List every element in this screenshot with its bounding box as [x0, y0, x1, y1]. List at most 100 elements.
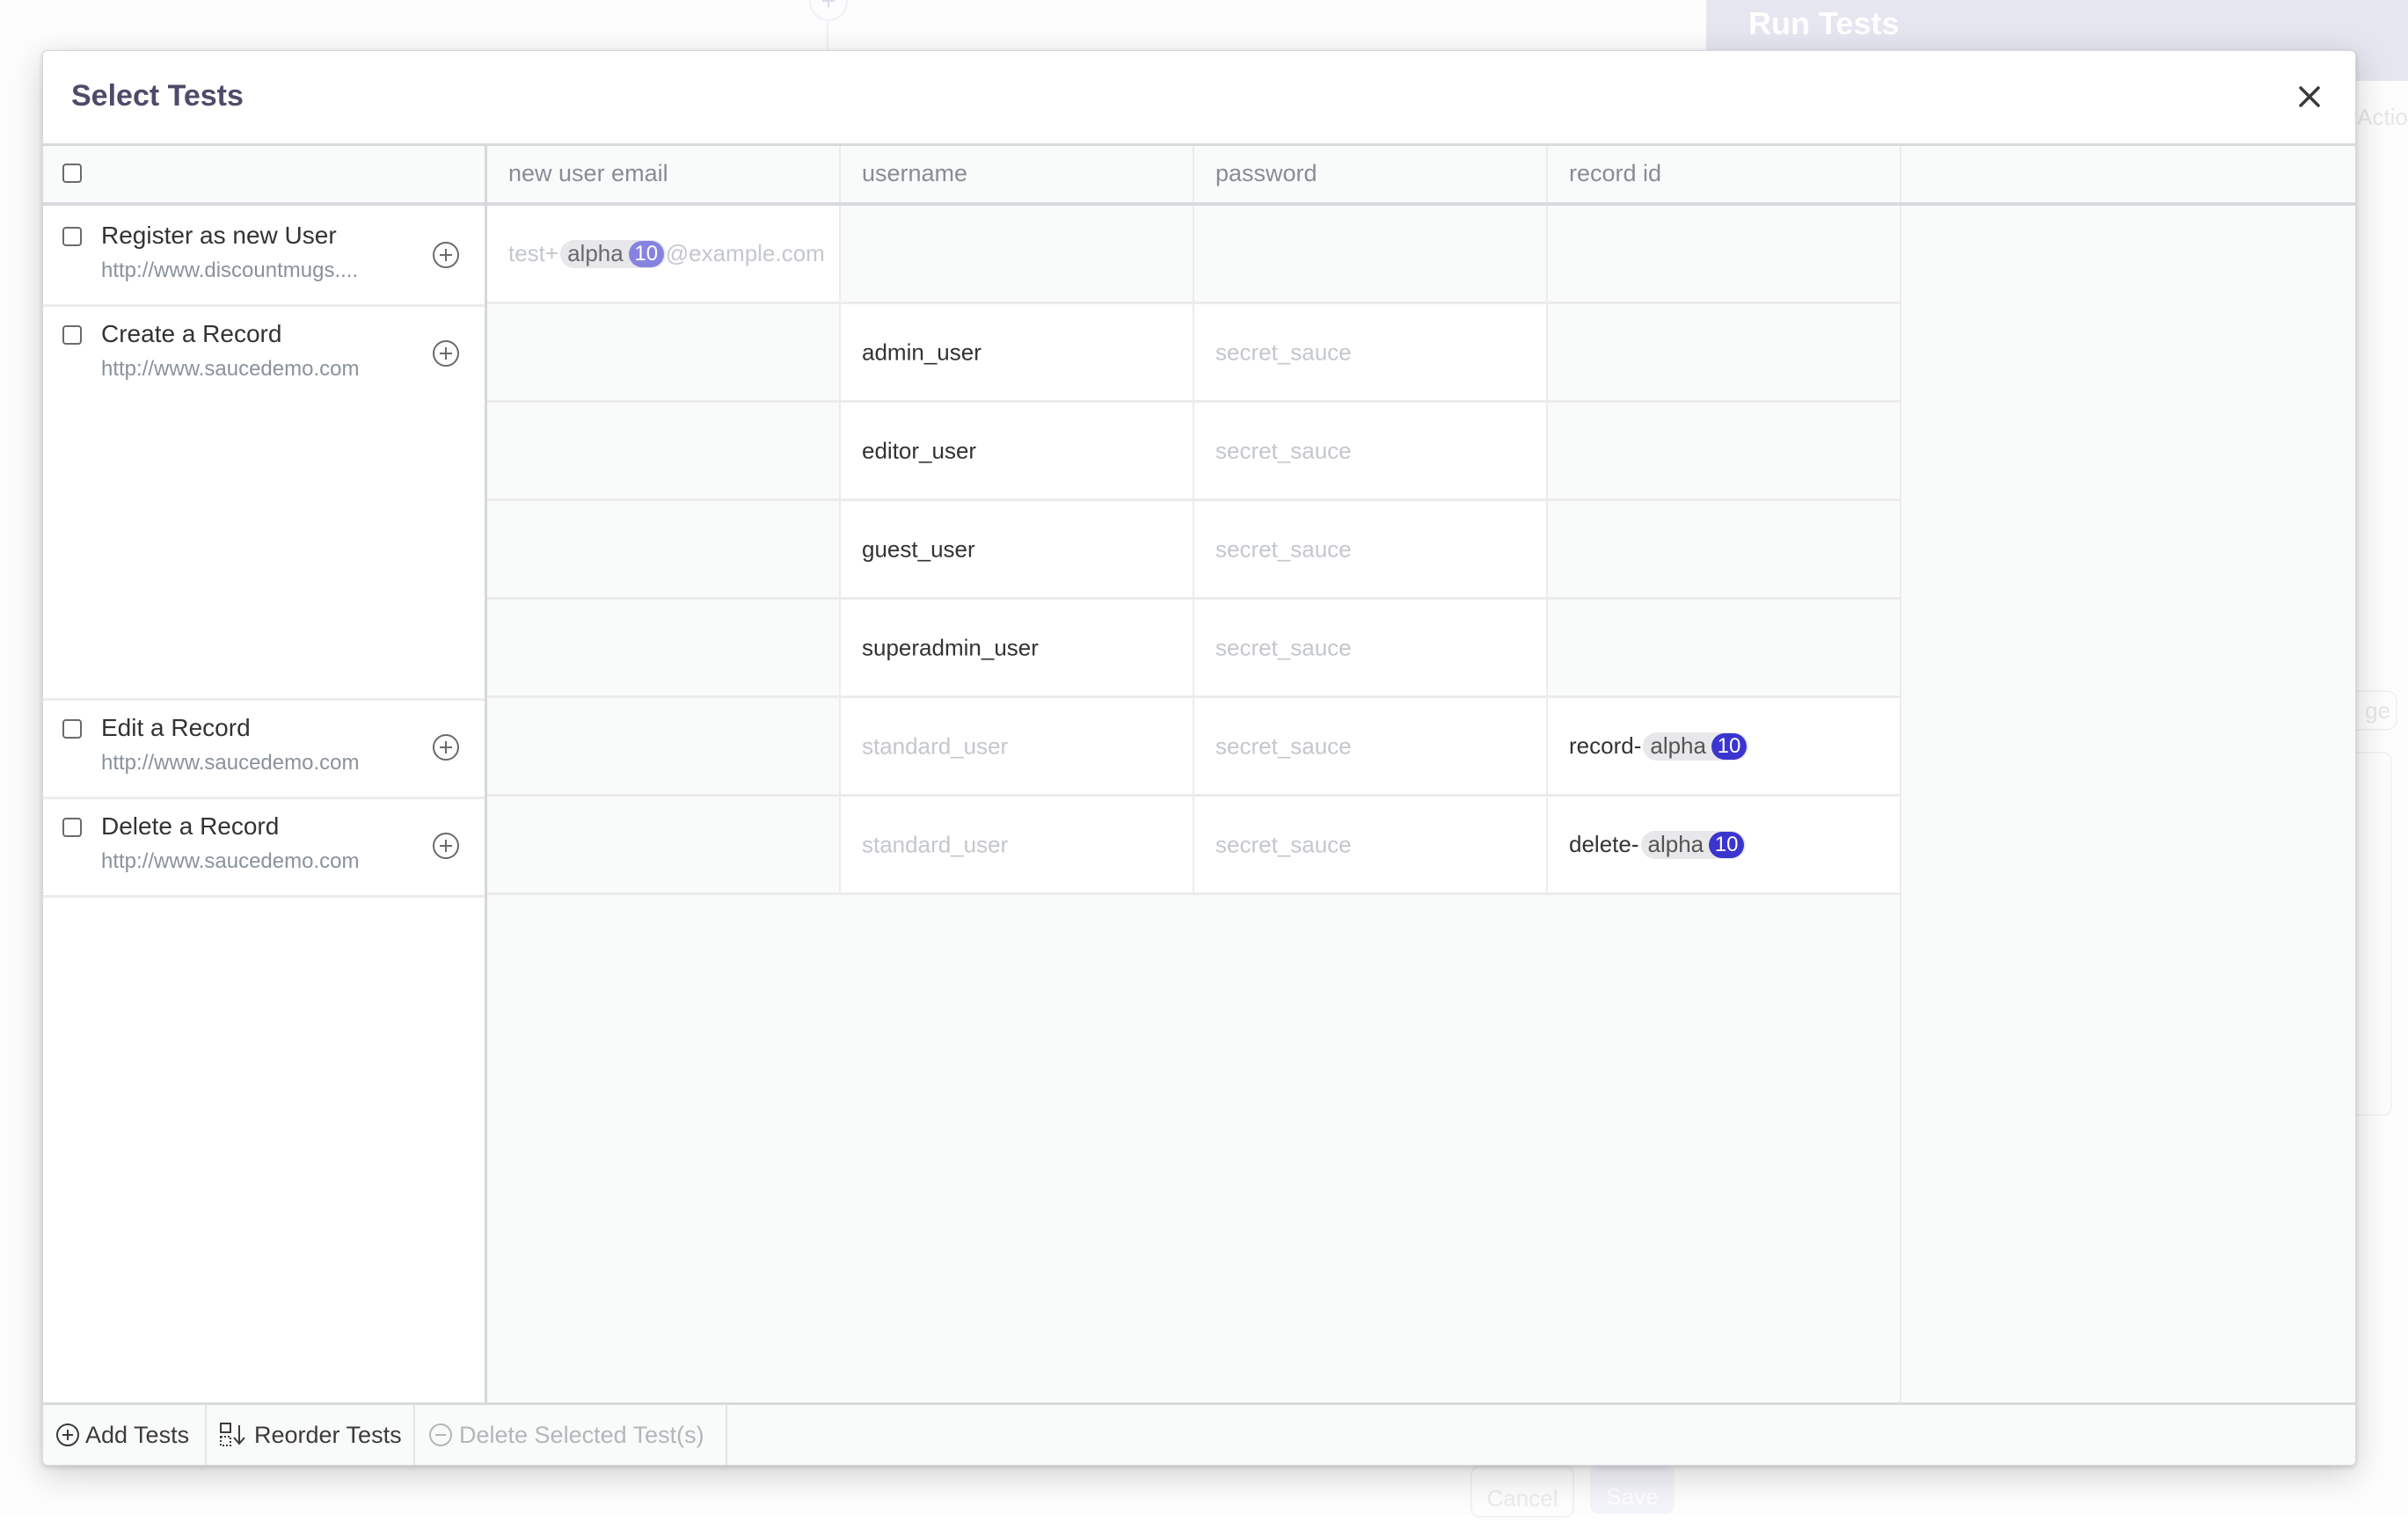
test-checkbox[interactable]: [62, 818, 82, 837]
grid-cell-record-id[interactable]: [1548, 403, 1901, 501]
cell-value: standard_user: [862, 732, 1009, 759]
modal-header: Select Tests: [43, 51, 2355, 146]
grid-cell-username[interactable]: superadmin_user: [841, 600, 1194, 698]
cell-value: guest_user: [862, 535, 975, 562]
test-checkbox[interactable]: [62, 719, 82, 739]
select-all-checkbox[interactable]: [62, 164, 82, 183]
column-header: username: [841, 146, 1194, 202]
templated-value: record-alpha 10: [1569, 732, 1748, 761]
add-data-row-button[interactable]: [432, 339, 460, 368]
test-list-item[interactable]: Register as new User http://www.discountm…: [43, 206, 485, 307]
grid-cell-record-id[interactable]: [1548, 304, 1901, 403]
grid-cell-new-user-email[interactable]: [487, 698, 841, 797]
grid-cell-username[interactable]: admin_user: [841, 304, 1194, 403]
grid-cell-username[interactable]: editor_user: [841, 403, 1194, 501]
plus-circle-icon: [56, 1423, 79, 1446]
modal-footer-toolbar: Add Tests Reorder Tests Delete Selected …: [43, 1402, 2355, 1465]
variable-name: alpha: [1647, 831, 1704, 857]
add-data-row-button[interactable]: [432, 832, 460, 860]
reorder-tests-button[interactable]: Reorder Tests: [207, 1405, 415, 1465]
grid-cell-new-user-email[interactable]: [487, 797, 841, 895]
modal-title: Select Tests: [71, 79, 244, 113]
plus-circle-icon: [433, 242, 459, 268]
test-list-panel: Register as new User http://www.discountm…: [43, 146, 487, 1405]
bg-run-tests-title: Run Tests: [1748, 5, 1900, 41]
grid-cell-username[interactable]: standard_user: [841, 698, 1194, 797]
grid-cell-new-user-email[interactable]: test+ alpha 10 @example.com: [487, 206, 841, 304]
grid-cell-username[interactable]: guest_user: [841, 501, 1194, 600]
variable-name: alpha: [1650, 732, 1706, 759]
grid-cell-username[interactable]: [841, 206, 1194, 304]
cell-value: secret_sauce: [1215, 437, 1352, 463]
column-header: record id: [1548, 146, 1901, 202]
grid-cell-new-user-email[interactable]: [487, 501, 841, 600]
column-header-label: record id: [1569, 160, 1662, 186]
value-prefix: record-: [1569, 732, 1642, 759]
bg-connector-line: [827, 19, 828, 55]
test-url: http://www.saucedemo.com: [101, 357, 360, 381]
add-tests-button[interactable]: Add Tests: [43, 1405, 207, 1465]
plus-circle-icon: [433, 833, 459, 859]
reorder-icon: [220, 1423, 245, 1446]
value-prefix: delete-: [1569, 831, 1639, 857]
variable-chip[interactable]: alpha 10: [560, 239, 666, 268]
grid-cell-new-user-email[interactable]: [487, 600, 841, 698]
test-checkbox[interactable]: [62, 227, 82, 246]
close-icon: [2299, 86, 2320, 107]
test-url: http://www.saucedemo.com: [101, 751, 360, 775]
test-list-item[interactable]: Delete a Record http://www.saucedemo.com: [43, 797, 485, 898]
test-url: http://www.discountmugs....: [101, 258, 359, 282]
grid-cell-password[interactable]: secret_sauce: [1194, 304, 1548, 403]
grid-cell-record-id[interactable]: [1548, 600, 1901, 698]
variable-badge: 10: [628, 240, 664, 267]
modal-body: Register as new User http://www.discountm…: [43, 146, 2355, 1405]
grid-cell-password[interactable]: secret_sauce: [1194, 698, 1548, 797]
bg-add-step-icon: +: [809, 0, 848, 21]
cell-value: superadmin_user: [862, 634, 1039, 660]
plus-circle-icon: [433, 734, 459, 761]
value-prefix: test+: [508, 240, 559, 266]
variable-chip[interactable]: alpha 10: [1643, 732, 1748, 761]
variable-badge: 10: [1711, 732, 1747, 760]
cell-value: secret_sauce: [1215, 634, 1352, 660]
test-list-header: [43, 146, 485, 206]
grid-cell-record-id[interactable]: [1548, 501, 1901, 600]
add-data-row-button[interactable]: [432, 733, 460, 761]
templated-value: test+ alpha 10 @example.com: [508, 239, 825, 268]
column-header: password: [1194, 146, 1548, 202]
test-checkbox[interactable]: [62, 325, 82, 345]
grid-cell-username[interactable]: standard_user: [841, 797, 1194, 895]
grid-cell-password[interactable]: [1194, 206, 1548, 304]
test-name: Create a Record: [101, 320, 282, 347]
add-data-row-button[interactable]: [432, 241, 460, 269]
grid-cell-password[interactable]: secret_sauce: [1194, 600, 1548, 698]
test-name: Register as new User: [101, 222, 337, 249]
test-list-item[interactable]: Create a Record http://www.saucedemo.com: [43, 304, 485, 701]
cell-value: admin_user: [862, 339, 981, 365]
test-list-item[interactable]: Edit a Record http://www.saucedemo.com: [43, 698, 485, 799]
reorder-tests-label: Reorder Tests: [254, 1421, 402, 1448]
grid-cell-record-id[interactable]: delete-alpha 10: [1548, 797, 1901, 895]
delete-selected-label: Delete Selected Test(s): [459, 1421, 704, 1448]
grid-cell-new-user-email[interactable]: [487, 403, 841, 501]
test-name: Edit a Record: [101, 714, 251, 741]
variable-chip[interactable]: alpha 10: [1640, 830, 1747, 859]
cell-value: secret_sauce: [1215, 535, 1352, 562]
cell-value: standard_user: [862, 831, 1009, 857]
delete-selected-tests-button[interactable]: Delete Selected Test(s): [415, 1405, 727, 1465]
bg-actions-label: Action: [2357, 104, 2408, 130]
close-button[interactable]: [2290, 77, 2329, 116]
grid-cell-record-id[interactable]: record-alpha 10: [1548, 698, 1901, 797]
grid-cell-password[interactable]: secret_sauce: [1194, 501, 1548, 600]
cell-value: editor_user: [862, 437, 977, 463]
grid-cell-password[interactable]: secret_sauce: [1194, 403, 1548, 501]
variable-badge: 10: [1709, 831, 1745, 858]
value-suffix: @example.com: [665, 240, 825, 266]
variable-name: alpha: [567, 240, 624, 266]
add-tests-label: Add Tests: [85, 1421, 190, 1448]
grid-cell-record-id[interactable]: [1548, 206, 1901, 304]
test-url: http://www.saucedemo.com: [101, 849, 360, 873]
grid-cell-new-user-email[interactable]: [487, 304, 841, 403]
bg-cancel-button: Cancel: [1470, 1466, 1574, 1518]
grid-cell-password[interactable]: secret_sauce: [1194, 797, 1548, 895]
